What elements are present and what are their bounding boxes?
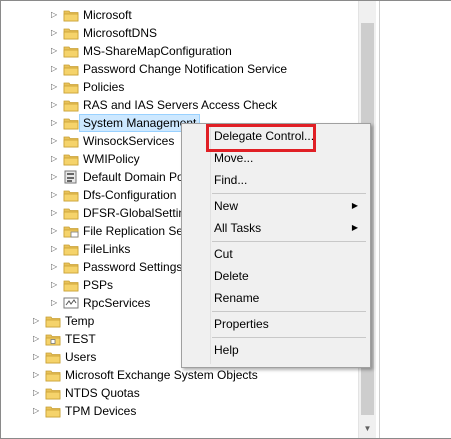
menu-item-find[interactable]: Find... — [214, 170, 364, 190]
expand-arrow-icon[interactable]: ▷ — [51, 96, 61, 114]
folder-icon — [63, 206, 79, 225]
tree-item-label: Password Settings — [83, 260, 183, 274]
expand-arrow-icon[interactable]: ▷ — [51, 42, 61, 60]
menu-item-properties[interactable]: Properties — [214, 314, 364, 334]
expand-arrow-icon[interactable]: ▷ — [51, 276, 61, 294]
tree-item-label: TEST — [65, 332, 96, 346]
menu-separator — [212, 193, 366, 194]
menu-item-label: Cut — [214, 247, 233, 261]
menu-item-delete[interactable]: Delete — [214, 266, 364, 286]
submenu-arrow-icon: ▶ — [351, 223, 358, 232]
folder-icon — [63, 260, 79, 279]
menu-item-label: Rename — [214, 291, 260, 305]
folder-icon — [45, 350, 61, 369]
expand-arrow-icon[interactable]: ▷ — [51, 24, 61, 42]
expand-arrow-icon[interactable]: ▷ — [51, 222, 61, 240]
expand-arrow-icon[interactable]: ▷ — [51, 132, 61, 150]
expand-arrow-icon[interactable]: ▷ — [51, 294, 61, 312]
menu-separator — [212, 241, 366, 242]
expand-arrow-icon[interactable]: ▷ — [51, 204, 61, 222]
menu-item-label: Help — [214, 343, 239, 357]
menu-gutter — [210, 126, 211, 364]
expand-arrow-icon[interactable]: ▷ — [33, 366, 43, 384]
tree-item-label: NTDS Quotas — [65, 386, 140, 400]
expand-arrow-icon[interactable]: ▷ — [33, 348, 43, 366]
menu-separator — [212, 337, 366, 338]
tree-item-label: WMIPolicy — [83, 152, 140, 166]
details-pane — [379, 1, 451, 438]
folder-icon — [45, 404, 61, 423]
scroll-down-arrow-icon[interactable]: ▼ — [362, 422, 373, 436]
tree-item-label: Password Change Notification Service — [83, 62, 288, 76]
folder-icon — [63, 26, 79, 45]
replication-folder-icon — [63, 224, 79, 243]
menu-item-label: New — [214, 199, 239, 213]
folder-icon — [45, 368, 61, 387]
folder-icon — [45, 314, 61, 333]
expand-arrow-icon[interactable]: ▷ — [51, 114, 61, 132]
context-menu: Delegate Control... Move... Find... New ▶ All… — [181, 123, 371, 368]
tree-item-label: Dfs-Configuration — [83, 188, 177, 202]
folder-icon — [63, 188, 79, 207]
tree-item-label: WinsockServices — [83, 134, 175, 148]
expand-arrow-icon[interactable]: ▷ — [33, 330, 43, 348]
tree-item-label: File Replication Ser — [83, 224, 188, 238]
folder-icon — [63, 80, 79, 99]
tree-item-label: DFSR-GlobalSettin — [83, 206, 186, 220]
folder-icon — [63, 98, 79, 117]
expand-arrow-icon[interactable]: ▷ — [51, 168, 61, 186]
expand-arrow-icon[interactable]: ▷ — [51, 78, 61, 96]
tree-item-label: RAS and IAS Servers Access Check — [83, 98, 278, 112]
tree-item-label: RpcServices — [83, 296, 151, 310]
menu-item-label: Properties — [214, 317, 269, 331]
menu-item-label: All Tasks — [214, 221, 262, 235]
expand-arrow-icon[interactable]: ▷ — [51, 60, 61, 78]
folder-icon — [63, 278, 79, 297]
menu-separator — [212, 311, 366, 312]
expand-arrow-icon[interactable]: ▷ — [51, 186, 61, 204]
expand-arrow-icon[interactable]: ▷ — [33, 402, 43, 420]
tree-item-label: Policies — [83, 80, 125, 94]
tree-item-label: MS-ShareMapConfiguration — [83, 44, 232, 58]
tree-item-label: Default Domain Po — [83, 170, 184, 184]
folder-icon — [63, 116, 79, 135]
menu-item-label: Find... — [214, 173, 248, 187]
folder-icon — [45, 386, 61, 405]
expand-arrow-icon[interactable]: ▷ — [51, 240, 61, 258]
delegate-control-highlight-box — [206, 124, 316, 152]
expand-arrow-icon[interactable]: ▷ — [51, 258, 61, 276]
menu-item-new[interactable]: New ▶ — [214, 196, 364, 216]
tree-item-label: Microsoft Exchange System Objects — [65, 368, 258, 382]
tree-item-label: FileLinks — [83, 242, 131, 256]
tree-item-label: Users — [65, 350, 97, 364]
menu-item-rename[interactable]: Rename — [214, 288, 364, 308]
menu-item-all-tasks[interactable]: All Tasks ▶ — [214, 218, 364, 238]
folder-icon — [63, 8, 79, 27]
folder-icon — [63, 152, 79, 171]
tree-item-label: MicrosoftDNS — [83, 26, 158, 40]
expand-arrow-icon[interactable]: ▷ — [33, 384, 43, 402]
menu-item-help[interactable]: Help — [214, 340, 364, 360]
tree-item-label: PSPs — [83, 278, 114, 292]
tree-item-label: TPM Devices — [65, 404, 137, 418]
tree-item-label: Temp — [65, 314, 95, 328]
folder-icon — [63, 62, 79, 81]
submenu-arrow-icon: ▶ — [351, 201, 358, 210]
policy-object-icon — [63, 170, 79, 189]
tree-item-label: Microsoft — [83, 8, 132, 22]
expand-arrow-icon[interactable]: ▷ — [33, 312, 43, 330]
expand-arrow-icon[interactable]: ▷ — [51, 6, 61, 24]
menu-item-label: Move... — [214, 151, 254, 165]
menu-item-label: Delete — [214, 269, 249, 283]
folder-icon — [63, 134, 79, 153]
folder-icon — [63, 242, 79, 261]
menu-item-cut[interactable]: Cut — [214, 244, 364, 264]
folder-icon — [63, 44, 79, 63]
expand-arrow-icon[interactable]: ▷ — [51, 150, 61, 168]
ou-icon — [45, 332, 61, 351]
